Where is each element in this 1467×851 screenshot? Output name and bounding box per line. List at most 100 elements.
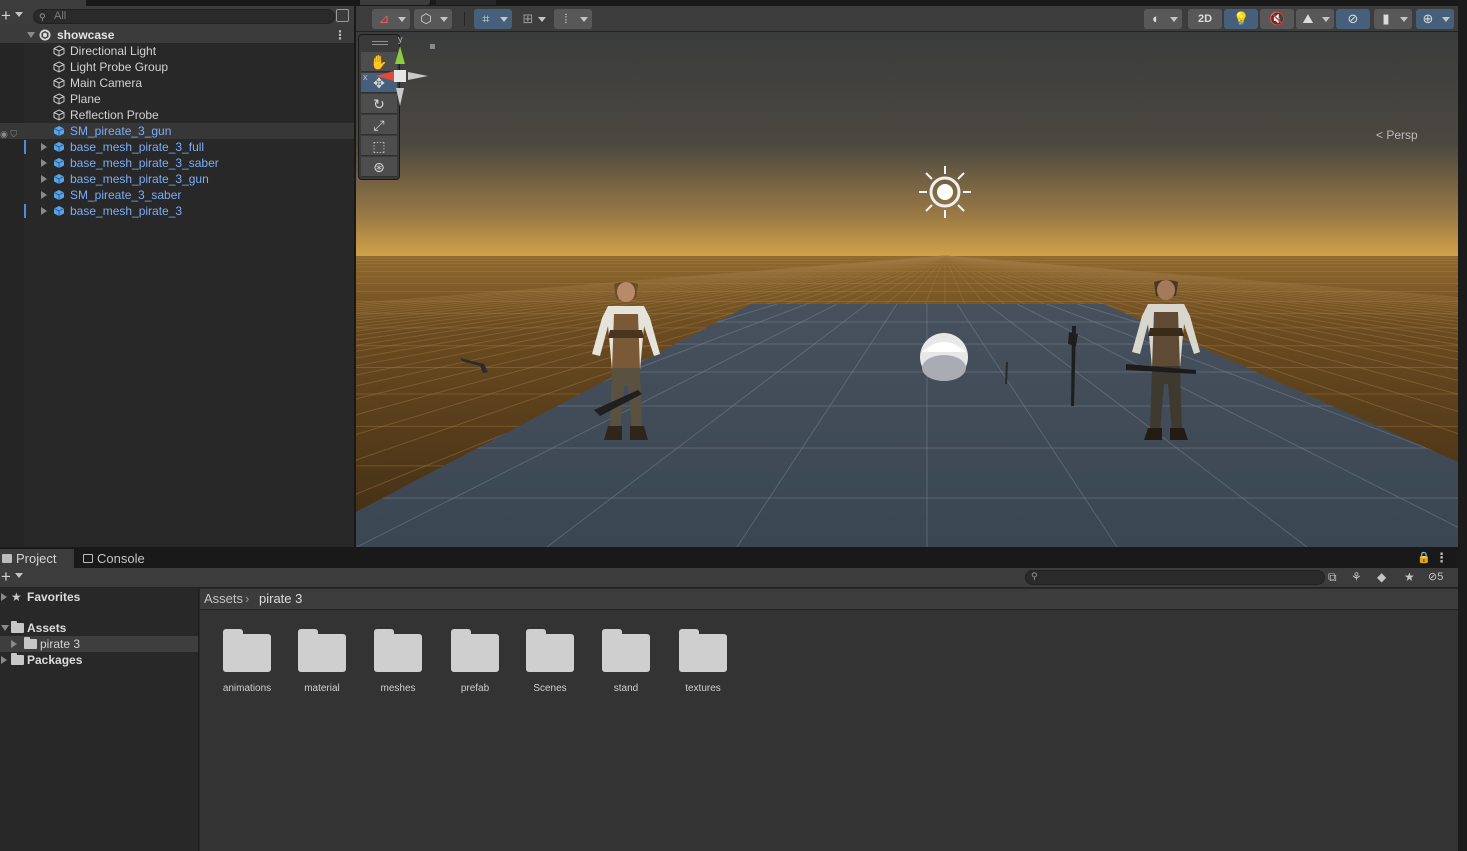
orientation-gizmo[interactable]: y x	[356, 32, 446, 142]
favorite-star-icon[interactable]: ★	[1404, 570, 1415, 584]
folder-asset[interactable]: material	[286, 629, 358, 694]
breadcrumb-assets[interactable]: Assets	[204, 589, 243, 609]
fold-right-icon[interactable]	[1, 656, 7, 664]
hierarchy-item[interactable]: Light Probe Group	[0, 59, 354, 75]
filter-by-type-icon[interactable]: ⚘	[1351, 570, 1362, 584]
folder-asset[interactable]: Scenes	[514, 629, 586, 694]
tree-item-packages[interactable]: Packages	[0, 652, 198, 668]
transform-tool-button[interactable]: ⊛	[361, 157, 397, 177]
render-mode-button[interactable]: ⬡	[414, 9, 452, 29]
fold-down-icon[interactable]	[1, 625, 9, 631]
camera-settings-button[interactable]: ▮	[1374, 9, 1412, 29]
hierarchy-item[interactable]: Main Camera	[0, 75, 354, 91]
gameobject-icon	[53, 61, 65, 73]
tab-game[interactable]	[436, 0, 496, 5]
gameobject-icon	[53, 93, 65, 105]
gizmo-x-cone[interactable]	[376, 71, 394, 81]
folder-icon	[602, 629, 650, 672]
folder-asset[interactable]: stand	[590, 629, 662, 694]
lock-icon[interactable]: 🔒	[1417, 551, 1431, 564]
prefab-icon	[53, 206, 65, 216]
hierarchy-item[interactable]: base_mesh_pirate_3_full	[0, 139, 354, 155]
effects-button[interactable]: ⛰	[1296, 9, 1334, 29]
scene-row[interactable]: showcase ⋮	[0, 27, 354, 43]
camera-icon: ▮	[1382, 11, 1390, 26]
gizmo-center-cube[interactable]	[394, 70, 406, 82]
scene-toolbar: ⊿ ⬡ ⌗ ⊞ ⦙ ◐ 2D 💡 🔇 ⛰ ⊘ ▮ ⊕	[356, 6, 1458, 32]
fold-right-icon[interactable]	[41, 207, 47, 215]
hierarchy-search-input[interactable]: ⚲ All	[33, 9, 335, 24]
hierarchy-item[interactable]: Reflection Probe	[0, 107, 354, 123]
hierarchy-item[interactable]: Directional Light	[0, 43, 354, 59]
fold-right-icon[interactable]	[41, 175, 47, 183]
hierarchy-item-label: base_mesh_pirate_3_gun	[70, 172, 209, 186]
project-toolbar: + ⚲ ⧉ ⚘ ◆ ★ ⊘5	[0, 568, 1458, 588]
grid-visibility-button[interactable]: ⊞	[516, 9, 550, 29]
fold-right-icon[interactable]	[11, 640, 17, 648]
projection-toggle[interactable]: < Persp	[1376, 128, 1418, 142]
hierarchy-item[interactable]: base_mesh_pirate_3	[0, 203, 354, 219]
create-asset-button[interactable]: +	[1, 568, 29, 586]
hierarchy-item[interactable]: SM_pireate_3_saber	[0, 187, 354, 203]
gizmo-neg-x-cone[interactable]	[408, 72, 428, 80]
chevron-down-icon	[500, 17, 508, 22]
gizmo-y-cone[interactable]	[395, 46, 405, 64]
toggle-2d-button[interactable]: 2D	[1188, 9, 1222, 29]
tab-console[interactable]: Console	[80, 549, 160, 569]
breadcrumb-current[interactable]: pirate 3	[259, 589, 302, 609]
hidden-packages-toggle[interactable]: ⊘5	[1428, 570, 1443, 583]
prefab-icon	[53, 190, 65, 200]
hierarchy-item[interactable]: base_mesh_pirate_3_gun	[0, 171, 354, 187]
folder-icon	[223, 629, 271, 672]
tab-scene[interactable]	[360, 0, 430, 5]
fold-down-icon[interactable]	[27, 32, 35, 38]
folder-icon	[374, 629, 422, 672]
fold-right-icon[interactable]	[41, 143, 47, 151]
grid-icon: ⊞	[522, 11, 534, 26]
audio-toggle-button[interactable]: 🔇	[1260, 9, 1294, 29]
hierarchy-item[interactable]: ◉ ⛉ SM_pireate_3_gun	[0, 123, 354, 139]
chevron-down-icon	[580, 17, 588, 22]
folder-asset[interactable]: meshes	[362, 629, 434, 694]
tree-item-assets[interactable]: Assets	[0, 620, 198, 636]
scene-icon	[39, 29, 51, 41]
draw-mode-button[interactable]: ⊿	[372, 9, 410, 29]
gizmo-globe-icon: ⊕	[1422, 11, 1434, 26]
folder-icon	[11, 653, 24, 665]
directional-light-icon	[919, 166, 971, 218]
folder-icon	[451, 629, 499, 672]
project-tab-bar: Project Console 🔒 ⋮	[0, 549, 1458, 569]
increment-snapping-button[interactable]: ⦙	[554, 9, 592, 29]
gizmo-lock-icon[interactable]	[430, 44, 435, 49]
gameobject-icon	[53, 45, 65, 57]
folder-icon	[679, 629, 727, 672]
tree-item-favorites[interactable]: ★ Favorites	[0, 589, 198, 605]
scene-viewport[interactable]: ✋ ✥ ↻ ⤢ ⬚ ⊛ y x < Persp	[356, 32, 1458, 547]
create-button[interactable]: +	[1, 7, 29, 25]
search-options-button[interactable]	[336, 9, 349, 22]
folder-asset[interactable]: prefab	[439, 629, 511, 694]
grid-snapping-button[interactable]: ⌗	[474, 9, 512, 29]
more-options-icon[interactable]: ⋮	[334, 27, 346, 43]
shading-mode-button[interactable]: ◐	[1144, 9, 1182, 29]
hierarchy-item[interactable]: Plane	[0, 91, 354, 107]
search-options-icon[interactable]: ⧉	[1328, 570, 1337, 585]
hierarchy-item[interactable]: base_mesh_pirate_3_saber	[0, 155, 354, 171]
fold-right-icon[interactable]	[41, 191, 47, 199]
gizmos-button[interactable]: ⊕	[1416, 9, 1454, 29]
fold-right-icon[interactable]	[41, 159, 47, 167]
more-options-icon[interactable]: ⋮	[1435, 550, 1448, 566]
project-search-input[interactable]: ⚲	[1025, 570, 1325, 585]
fold-right-icon[interactable]	[1, 593, 7, 601]
tab-project[interactable]: Project	[0, 549, 74, 569]
hidden-eye-icon: ⊘	[1428, 571, 1438, 583]
lighting-toggle-button[interactable]: 💡	[1224, 9, 1258, 29]
scene-visibility-button[interactable]: ⊘	[1336, 9, 1370, 29]
folder-asset[interactable]: textures	[667, 629, 739, 694]
folder-asset[interactable]: animations	[211, 629, 283, 694]
filter-by-label-icon[interactable]: ◆	[1377, 570, 1386, 584]
gizmo-neg-y-cone[interactable]	[396, 88, 404, 106]
tree-item-pirate[interactable]: pirate 3	[0, 636, 198, 652]
toolbar-divider	[464, 12, 465, 26]
star-icon: ★	[11, 590, 22, 604]
